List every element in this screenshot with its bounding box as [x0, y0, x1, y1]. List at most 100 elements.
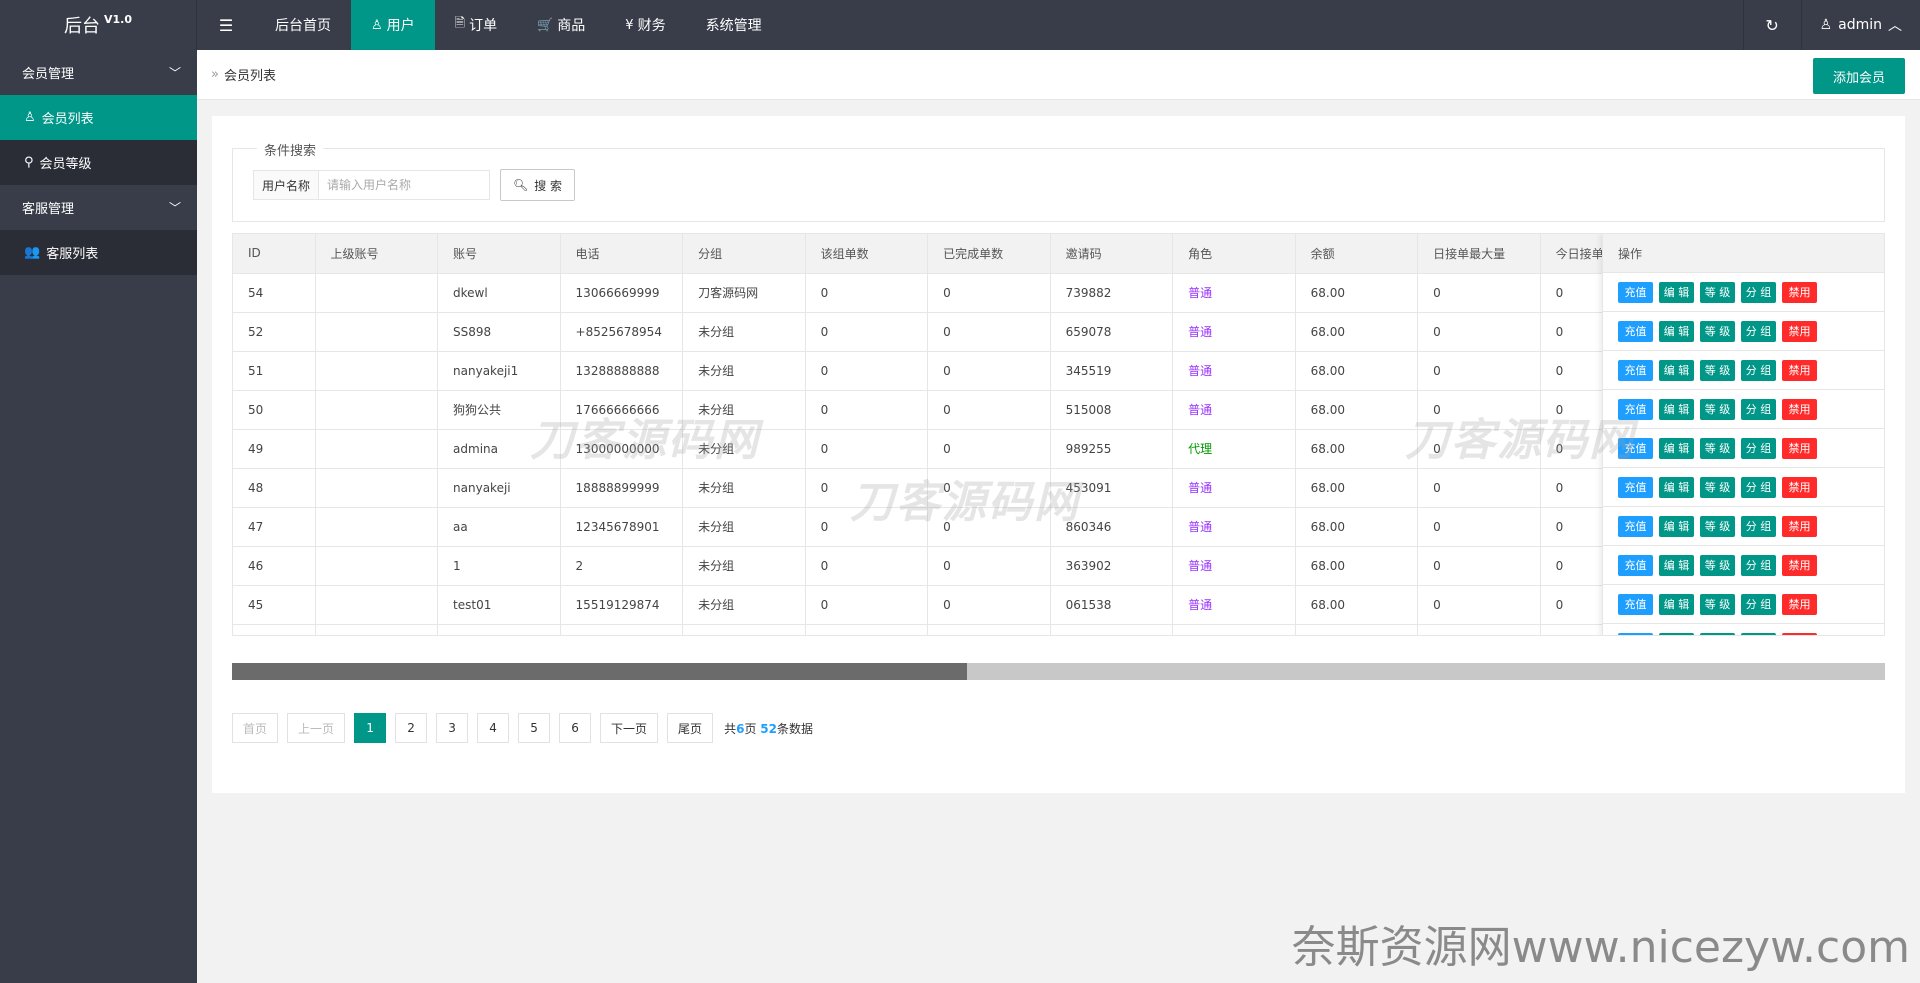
- content-topbar: » 会员列表 添加会员: [197, 50, 1920, 100]
- add-member-button[interactable]: 添加会员: [1813, 58, 1905, 94]
- group-button[interactable]: 分 组: [1741, 398, 1776, 420]
- table-cell: [315, 585, 439, 625]
- refresh-icon[interactable]: ↻: [1742, 0, 1801, 50]
- recharge-button[interactable]: 充值: [1618, 281, 1653, 303]
- level-button[interactable]: 等 级: [1700, 554, 1735, 576]
- menu-toggle-icon[interactable]: ☰: [197, 0, 255, 50]
- level-button[interactable]: 等 级: [1700, 281, 1735, 303]
- level-button[interactable]: 等 级: [1700, 398, 1735, 420]
- recharge-button[interactable]: 充值: [1618, 476, 1653, 498]
- level-button[interactable]: 等 级: [1700, 515, 1735, 537]
- edit-button[interactable]: 编 辑: [1659, 437, 1694, 459]
- level-button[interactable]: 等 级: [1700, 320, 1735, 342]
- column-header[interactable]: 角色: [1172, 234, 1296, 274]
- level-button[interactable]: 等 级: [1700, 476, 1735, 498]
- recharge-button[interactable]: 充值: [1618, 437, 1653, 459]
- user-menu[interactable]: ♙ admin ︿: [1800, 0, 1920, 50]
- table-cell: 普通: [1172, 546, 1296, 586]
- column-header[interactable]: ID: [233, 234, 316, 274]
- page-5-button[interactable]: 5: [518, 713, 551, 743]
- scrollbar-thumb[interactable]: [232, 663, 967, 680]
- column-header[interactable]: 余额: [1295, 234, 1419, 274]
- group-button[interactable]: 分 组: [1741, 359, 1776, 381]
- page-6-button[interactable]: 6: [559, 713, 592, 743]
- nav-label: 订单: [469, 18, 498, 34]
- page-last-button[interactable]: 尾页: [667, 713, 714, 743]
- edit-button[interactable]: 编 辑: [1659, 398, 1694, 420]
- edit-button[interactable]: 编 辑: [1659, 593, 1694, 615]
- page-first-button[interactable]: 首页: [232, 713, 279, 743]
- column-header[interactable]: 日接单最大量: [1417, 234, 1541, 274]
- nav-orders[interactable]: 🗎 订单: [435, 0, 517, 50]
- page-1-button[interactable]: 1: [354, 713, 387, 743]
- document-icon: 🗎: [454, 16, 466, 31]
- disable-button[interactable]: 禁用: [1782, 359, 1817, 381]
- column-header[interactable]: 账号: [437, 234, 561, 274]
- recharge-button[interactable]: 充值: [1618, 320, 1653, 342]
- table-cell: 0: [927, 312, 1051, 352]
- recharge-button[interactable]: 充值: [1618, 359, 1653, 381]
- disable-button[interactable]: 禁用: [1782, 437, 1817, 459]
- group-button[interactable]: 分 组: [1741, 554, 1776, 576]
- page-2-button[interactable]: 2: [395, 713, 428, 743]
- nav-finance[interactable]: ¥ 财务: [605, 0, 685, 50]
- page-4-button[interactable]: 4: [477, 713, 510, 743]
- page-3-button[interactable]: 3: [436, 713, 469, 743]
- disable-button[interactable]: 禁用: [1782, 515, 1817, 537]
- level-button[interactable]: 等 级: [1700, 437, 1735, 459]
- yen-icon: ¥: [625, 17, 634, 33]
- table-cell: 13000000000: [560, 429, 684, 469]
- search-legend: 条件搜索: [257, 140, 324, 159]
- group-button[interactable]: 分 组: [1741, 476, 1776, 498]
- sidebar-item-service-list[interactable]: 👥 客服列表: [0, 230, 197, 275]
- sidebar-group-members[interactable]: 会员管理 ﹀: [0, 50, 197, 95]
- level-button[interactable]: 等 级: [1700, 593, 1735, 615]
- group-button[interactable]: 分 组: [1741, 320, 1776, 342]
- group-button[interactable]: 分 组: [1741, 281, 1776, 303]
- nav-home[interactable]: 后台首页: [255, 0, 351, 50]
- nav-goods[interactable]: 🛒 商品: [517, 0, 605, 50]
- edit-button[interactable]: 编 辑: [1659, 554, 1694, 576]
- disable-button[interactable]: 禁用: [1782, 320, 1817, 342]
- edit-button[interactable]: 编 辑: [1659, 515, 1694, 537]
- level-button[interactable]: 等 级: [1700, 359, 1735, 381]
- page-prev-button[interactable]: 上一页: [287, 713, 346, 743]
- recharge-button[interactable]: 充值: [1618, 515, 1653, 537]
- column-header[interactable]: 邀请码: [1050, 234, 1174, 274]
- disable-button[interactable]: 禁用: [1782, 554, 1817, 576]
- group-button[interactable]: 分 组: [1741, 515, 1776, 537]
- table-cell: 普通: [1172, 273, 1296, 313]
- table-cell: 狗狗公共: [437, 390, 561, 430]
- nav-users[interactable]: ♙ 用户: [351, 0, 435, 50]
- group-button[interactable]: 分 组: [1741, 593, 1776, 615]
- table-cell: 0: [927, 624, 1051, 635]
- table-cell: 未分组: [682, 429, 806, 469]
- edit-button[interactable]: 编 辑: [1659, 359, 1694, 381]
- horizontal-scrollbar[interactable]: [232, 663, 1885, 680]
- username-search-input[interactable]: [319, 170, 490, 200]
- sidebar-item-member-level[interactable]: ⚲ 会员等级: [0, 140, 197, 185]
- column-header[interactable]: 电话: [560, 234, 684, 274]
- edit-button[interactable]: 编 辑: [1659, 281, 1694, 303]
- edit-button[interactable]: 编 辑: [1659, 320, 1694, 342]
- nav-system[interactable]: 系统管理: [686, 0, 782, 50]
- edit-button[interactable]: 编 辑: [1659, 476, 1694, 498]
- page-next-button[interactable]: 下一页: [600, 713, 659, 743]
- column-header[interactable]: 该组单数: [805, 234, 929, 274]
- column-header[interactable]: 上级账号: [315, 234, 439, 274]
- recharge-button[interactable]: 充值: [1618, 554, 1653, 576]
- sidebar-item-member-list[interactable]: ♙ 会员列表: [0, 95, 197, 140]
- disable-button[interactable]: 禁用: [1782, 476, 1817, 498]
- sidebar-group-service[interactable]: 客服管理 ﹀: [0, 185, 197, 230]
- disable-button[interactable]: 禁用: [1782, 281, 1817, 303]
- disable-button[interactable]: 禁用: [1782, 593, 1817, 615]
- recharge-button[interactable]: 充值: [1618, 593, 1653, 615]
- column-header[interactable]: 分组: [682, 234, 806, 274]
- table-cell: 0: [1417, 312, 1541, 352]
- search-button[interactable]: 🔍︎ 搜 索: [500, 169, 575, 201]
- column-header[interactable]: 已完成单数: [927, 234, 1051, 274]
- group-button[interactable]: 分 组: [1741, 437, 1776, 459]
- disable-button[interactable]: 禁用: [1782, 398, 1817, 420]
- recharge-button[interactable]: 充值: [1618, 398, 1653, 420]
- table-cell: 0: [805, 273, 929, 313]
